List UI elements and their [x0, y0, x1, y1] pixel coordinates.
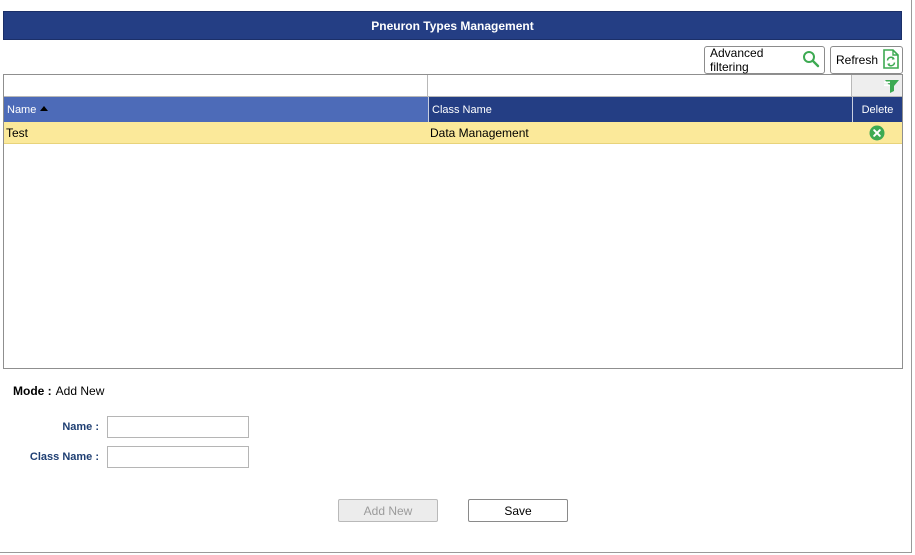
mode-value: Add New [55, 384, 105, 398]
column-header-delete: Delete [853, 97, 902, 122]
name-field-label: Name : [62, 421, 99, 433]
refresh-label: Refresh [836, 53, 879, 67]
advanced-filtering-label: Advanced filtering [710, 46, 764, 74]
page-title: Pneuron Types Management [3, 11, 902, 40]
class-name-field[interactable] [107, 446, 249, 468]
filter-toggle-cell[interactable] [852, 75, 902, 97]
name-filter-cell [4, 75, 428, 97]
column-header-name[interactable]: Name [4, 97, 429, 122]
save-button[interactable]: Save [468, 499, 568, 522]
name-field[interactable] [107, 416, 249, 438]
advanced-filtering-button[interactable]: Advanced filtering [704, 46, 825, 74]
class-name-filter-input[interactable] [428, 75, 851, 96]
filter-icon[interactable] [884, 78, 900, 97]
column-header-class-name-label: Class Name [432, 103, 492, 116]
grid-header-row: Name Class Name Delete [4, 97, 902, 122]
mode-indicator: Mode : Add New [13, 384, 104, 398]
grid-filter-row [4, 75, 902, 97]
add-new-button[interactable]: Add New [338, 499, 438, 522]
refresh-document-icon [882, 48, 900, 72]
cell-name: Test [6, 125, 29, 140]
name-filter-input[interactable] [4, 75, 427, 96]
class-name-field-label: Class Name : [29, 451, 99, 463]
pneuron-types-grid: Name Class Name Delete Test Data Managem… [3, 74, 903, 369]
column-header-name-label: Name [7, 103, 37, 116]
search-icon [802, 50, 820, 71]
column-header-class-name[interactable]: Class Name [429, 97, 853, 122]
page-title-text: Pneuron Types Management [371, 18, 534, 33]
edit-form: Mode : Add New Name : Class Name : Add Ne… [0, 380, 912, 550]
cell-class-name: Data Management [430, 125, 529, 140]
delete-icon[interactable] [866, 122, 888, 143]
mode-label: Mode : [13, 384, 52, 398]
refresh-button[interactable]: Refresh [830, 46, 903, 74]
column-header-delete-label: Delete [861, 103, 894, 116]
class-name-filter-cell [428, 75, 852, 97]
table-row[interactable]: Test Data Management [4, 122, 902, 144]
sort-ascending-icon [40, 105, 49, 111]
